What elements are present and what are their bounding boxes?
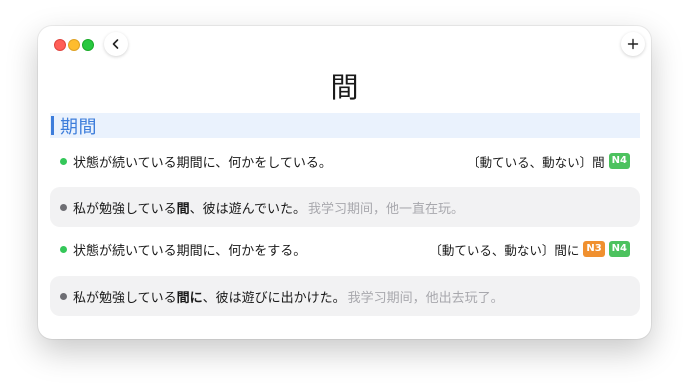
example-bullet-icon bbox=[60, 292, 67, 300]
zoom-window-button[interactable] bbox=[82, 39, 94, 51]
example-text-before: 私が勉強している bbox=[73, 290, 177, 306]
chevron-left-icon bbox=[112, 39, 119, 49]
jlpt-badge: N4 bbox=[608, 241, 630, 257]
example-row[interactable]: 私が勉強している間に、彼は遊びに出かけた。 我学习期间，他出去玩了。 bbox=[50, 276, 640, 316]
example-translation: 我学习期间，他出去玩了。 bbox=[347, 290, 504, 306]
example-text-after: 、彼は遊びに出かけた。 bbox=[202, 290, 346, 306]
definition-text: 状態が続いている期間に、何かをしている。 bbox=[73, 155, 332, 171]
grammar-pattern: 〔動ている、動ない〕間に bbox=[429, 242, 580, 258]
back-button[interactable] bbox=[104, 32, 128, 56]
example-bullet-icon bbox=[60, 203, 67, 211]
section-accent-bar bbox=[51, 116, 54, 135]
definition-bullet-icon bbox=[60, 245, 67, 253]
jlpt-badge: N4 bbox=[608, 153, 630, 169]
app-window: 間 期間 状態が続いている期間に、何かをしている。 〔動ている、動ない〕間 N4… bbox=[38, 26, 651, 339]
minimize-window-button[interactable] bbox=[68, 39, 80, 51]
pattern-meta: 〔動ている、動ない〕間に N3 N4 bbox=[429, 240, 630, 259]
plus-icon bbox=[627, 38, 639, 50]
example-highlight: 間に bbox=[176, 290, 203, 306]
definition-row[interactable]: 状態が続いている期間に、何かをする。 〔動ている、動ない〕間に N3 N4 bbox=[50, 235, 640, 263]
example-text-before: 私が勉強している bbox=[73, 201, 177, 217]
section-header: 期間 bbox=[50, 113, 640, 138]
example-text-after: 、彼は遊んでいた。 bbox=[189, 201, 306, 217]
definition-row[interactable]: 状態が続いている期間に、何かをしている。 〔動ている、動ない〕間 N4 bbox=[50, 147, 640, 175]
example-row[interactable]: 私が勉強している間、彼は遊んでいた。 我学习期间，他一直在玩。 bbox=[50, 187, 640, 227]
example-sentence: 私が勉強している間に、彼は遊びに出かけた。 bbox=[73, 287, 346, 306]
section-title: 期間 bbox=[60, 116, 97, 138]
example-highlight: 間 bbox=[176, 201, 190, 217]
jlpt-badge: N3 bbox=[583, 241, 605, 257]
add-button[interactable] bbox=[621, 32, 645, 56]
definition-text: 状態が続いている期間に、何かをする。 bbox=[73, 243, 307, 259]
definition-bullet-icon bbox=[60, 157, 67, 165]
example-translation: 我学习期间，他一直在玩。 bbox=[308, 201, 465, 217]
pattern-meta: 〔動ている、動ない〕間 N4 bbox=[467, 152, 630, 171]
close-window-button[interactable] bbox=[54, 39, 66, 51]
grammar-pattern: 〔動ている、動ない〕間 bbox=[467, 154, 605, 170]
example-sentence: 私が勉強している間、彼は遊んでいた。 bbox=[73, 198, 306, 217]
page-title: 間 bbox=[330, 71, 359, 104]
